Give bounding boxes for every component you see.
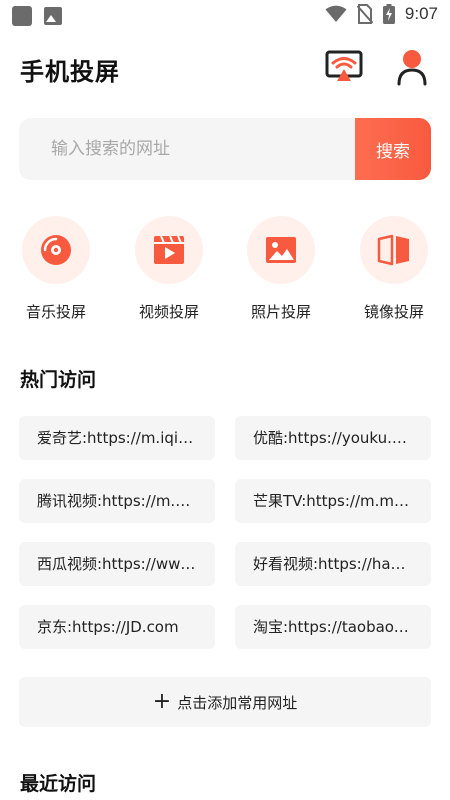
status-time: 9:07 [404,4,438,23]
recent-section-title: 最近访问 [20,773,97,795]
image-notification-icon [44,7,62,25]
site-link-mgtv[interactable]: 芒果TV:https://m.mgtv.com [235,479,431,523]
battery-charging-icon [382,4,395,24]
feature-label: 镜像投屏 [363,303,424,321]
feature-label: 音乐投屏 [25,303,86,321]
feature-label: 照片投屏 [250,303,311,321]
site-link-iqiyi[interactable]: 爱奇艺:https://m.iqiyi.com [19,416,215,460]
no-sim-icon [356,4,373,24]
user-profile-icon[interactable] [394,48,430,86]
add-site-label: 点击添加常用网址 [177,693,298,712]
site-link-haokan[interactable]: 好看视频:https://haokan.baidu.com [235,542,431,586]
plus-icon: + [152,689,172,714]
search-bar: 搜索 [19,118,431,180]
music-cast-button[interactable]: 音乐投屏 [11,216,101,322]
feature-label: 视频投屏 [138,303,199,321]
add-common-site-button[interactable]: + 点击添加常用网址 [19,677,431,727]
site-link-taobao[interactable]: 淘宝:https://taobao.com [235,605,431,649]
app-header: 手机投屏 [0,38,450,98]
mirror-icon [360,216,428,284]
page-title: 手机投屏 [20,58,120,86]
site-link-youku[interactable]: 优酷:https://youku.com [235,416,431,460]
status-bar-indicators: 9:07 [325,4,438,24]
photo-icon [247,216,315,284]
music-disc-icon [22,216,90,284]
status-bar-notifications [12,6,62,26]
site-link-jd[interactable]: 京东:https://JD.com [19,605,215,649]
app-notification-icon [12,6,32,26]
feature-shortcuts: 音乐投屏 视频投屏 照片投屏 镜像投屏 [0,216,450,326]
search-input[interactable] [19,118,356,180]
screen-cast-icon[interactable] [325,50,363,84]
mirror-cast-button[interactable]: 镜像投屏 [349,216,439,322]
site-link-tencent-video[interactable]: 腾讯视频:https://m.v.qq.com [19,479,215,523]
site-link-ixigua[interactable]: 西瓜视频:https://www.ixigua.com [19,542,215,586]
video-play-icon [135,216,203,284]
status-bar: 9:07 [0,0,450,32]
search-button[interactable]: 搜索 [355,118,431,180]
video-cast-button[interactable]: 视频投屏 [124,216,214,322]
wifi-icon [325,5,347,22]
hot-section-title: 热门访问 [20,369,97,391]
photo-cast-button[interactable]: 照片投屏 [236,216,326,322]
